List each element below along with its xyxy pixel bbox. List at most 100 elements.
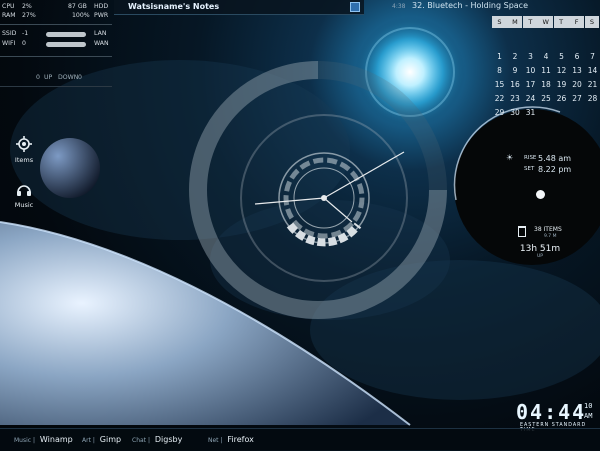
ram-label: RAM bbox=[2, 12, 16, 19]
calendar-day: 17 bbox=[525, 80, 536, 89]
calendar-day: 2 bbox=[512, 52, 518, 61]
calendar-day: 26 bbox=[556, 94, 567, 103]
hdd-size: 87 GB bbox=[68, 3, 87, 10]
calendar-day: 14 bbox=[587, 66, 598, 75]
net-up-value: 0 bbox=[36, 74, 40, 81]
calendar-day: 6 bbox=[574, 52, 580, 61]
items-label: Items bbox=[14, 156, 34, 164]
clock-time: 04:44 bbox=[516, 400, 587, 424]
calendar-day: 22 bbox=[494, 94, 505, 103]
rise-value: 5.48 am bbox=[538, 154, 572, 163]
system-stats-panel: CPU 2% 87 GB HDD RAM 27% 100% PWR SSID -… bbox=[0, 0, 112, 90]
day-header: S bbox=[492, 16, 507, 28]
calendar-day: 19 bbox=[556, 80, 567, 89]
ssid-label: SSID bbox=[2, 30, 17, 37]
taskbar-category: Music bbox=[14, 437, 32, 444]
track-time: 4:38 bbox=[392, 3, 406, 10]
calendar-day: 3 bbox=[528, 52, 533, 61]
set-label: SET bbox=[524, 166, 535, 172]
day-header: W bbox=[538, 16, 554, 28]
lan-label: LAN bbox=[94, 30, 107, 37]
track-title: 32. Bluetech - Holding Space bbox=[412, 1, 529, 10]
lan-bar bbox=[46, 32, 86, 37]
net-up-label: UP bbox=[44, 74, 53, 81]
calendar-day: 24 bbox=[525, 94, 536, 103]
calendar-day: 11 bbox=[541, 66, 551, 75]
headphones-icon bbox=[17, 185, 31, 196]
calendar-day: 7 bbox=[590, 52, 595, 61]
calendar-day: 30 bbox=[510, 108, 520, 117]
music-launcher[interactable]: Music bbox=[12, 182, 36, 209]
sunrise-icon: ☀ bbox=[506, 153, 514, 162]
small-moon bbox=[40, 138, 100, 198]
day-header: T bbox=[553, 16, 569, 28]
ram-value: 27% bbox=[22, 12, 36, 19]
day-header: T bbox=[522, 16, 538, 28]
set-value: 8.22 pm bbox=[538, 165, 572, 174]
cpu-label: CPU bbox=[2, 3, 15, 10]
notes-close-icon[interactable] bbox=[350, 2, 360, 12]
calendar-day: 25 bbox=[541, 94, 551, 103]
taskbar-item-gimp[interactable]: Art | Gimp bbox=[82, 435, 121, 444]
calendar-day: 18 bbox=[541, 80, 551, 89]
taskbar-app: Digsby bbox=[154, 435, 183, 444]
cpu-value: 2% bbox=[22, 3, 32, 10]
calendar-day: 13 bbox=[572, 66, 582, 75]
calendar-day: 12 bbox=[556, 66, 567, 75]
uptime-label: UP bbox=[536, 254, 543, 259]
calendar-day: 15 bbox=[494, 80, 505, 89]
calendar-day: 23 bbox=[510, 94, 520, 103]
calendar-day: 1 bbox=[497, 52, 502, 61]
calendar-day: 10 bbox=[525, 66, 536, 75]
trash-items-count: 38 ITEMS bbox=[534, 226, 562, 233]
taskbar-item-winamp[interactable]: Music | Winamp bbox=[14, 435, 73, 444]
calendar-day: 31 bbox=[525, 108, 536, 117]
net-down-value: 0 bbox=[78, 74, 82, 81]
uptime: 13h 51m UP bbox=[510, 244, 570, 259]
taskbar: Music | Winamp Art | Gimp Chat | Digsby … bbox=[0, 428, 600, 451]
calendar-day: 27 bbox=[572, 94, 582, 103]
pwr-label: PWR bbox=[94, 12, 109, 19]
taskbar-item-digsby[interactable]: Chat | Digsby bbox=[132, 435, 182, 444]
trash-items-size: 9.7 M bbox=[544, 234, 557, 239]
wan-label: WAN bbox=[94, 40, 109, 47]
calendar-day: 16 bbox=[510, 80, 520, 89]
day-header: M bbox=[507, 16, 523, 28]
trash-icon bbox=[518, 226, 526, 237]
calendar-day: 4 bbox=[543, 52, 549, 61]
net-down-label: DOWN bbox=[58, 74, 79, 81]
gear-icon bbox=[16, 136, 32, 152]
calendar-widget: S M T W T F S 12345123456789101112131415… bbox=[492, 16, 600, 117]
notes-widget[interactable]: Watsisname's Notes bbox=[114, 0, 364, 15]
calendar-day: 20 bbox=[572, 80, 582, 89]
wifi-label: WIFI bbox=[2, 40, 16, 47]
calendar-header: S M T W T F S bbox=[492, 16, 600, 28]
taskbar-app: Firefox bbox=[227, 435, 254, 444]
uptime-value: 13h 51m bbox=[519, 244, 561, 254]
music-label: Music bbox=[14, 201, 34, 209]
calendar-day: 21 bbox=[587, 80, 598, 89]
now-playing[interactable]: 4:38 32. Bluetech - Holding Space bbox=[392, 1, 528, 10]
wifi-value: 0 bbox=[22, 40, 26, 47]
taskbar-category: Art bbox=[82, 437, 91, 444]
moon-phase-icon bbox=[536, 190, 545, 199]
taskbar-app: Winamp bbox=[39, 435, 73, 444]
clock-ampm: AM bbox=[584, 412, 593, 420]
calendar-day: 5 bbox=[559, 52, 564, 61]
rise-label: RISE bbox=[524, 155, 537, 161]
hdd-label: HDD bbox=[94, 3, 109, 10]
taskbar-app: Gimp bbox=[99, 435, 122, 444]
calendar-day: 9 bbox=[512, 66, 518, 75]
taskbar-category: Net bbox=[208, 437, 219, 444]
day-header: F bbox=[569, 16, 585, 28]
taskbar-category: Chat bbox=[132, 437, 147, 444]
items-launcher[interactable]: Items bbox=[12, 136, 36, 164]
clock-seconds: 10 bbox=[584, 402, 593, 410]
pwr-value: 100% bbox=[72, 12, 90, 19]
ssid-value: -1 bbox=[22, 30, 29, 37]
wan-bar bbox=[46, 42, 86, 47]
calendar-day: 29 bbox=[494, 108, 505, 117]
calendar-day: 8 bbox=[497, 66, 502, 75]
notes-title: Watsisname's Notes bbox=[128, 2, 220, 11]
taskbar-item-firefox[interactable]: Net | Firefox bbox=[208, 435, 254, 444]
